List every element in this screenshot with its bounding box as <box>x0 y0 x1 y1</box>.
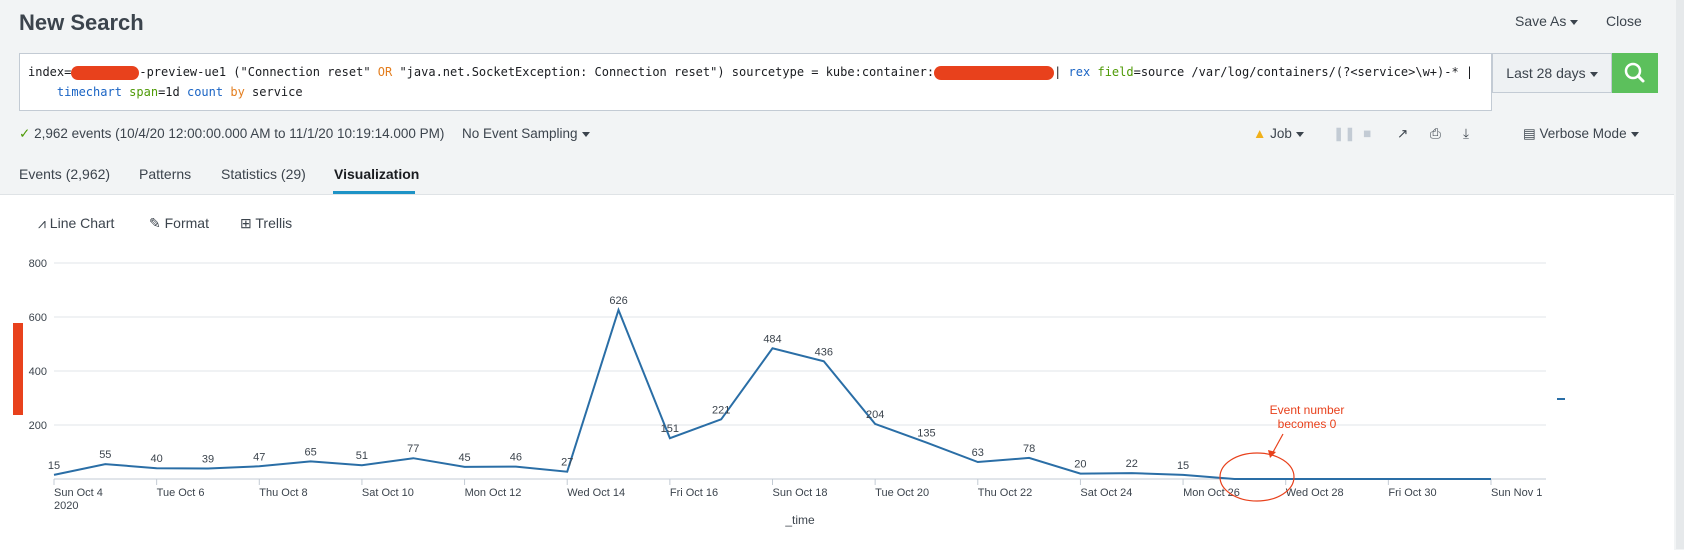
data-label: 78 <box>1023 443 1035 455</box>
time-range-picker[interactable]: Last 28 days <box>1492 53 1612 93</box>
job-menu[interactable]: ▲ Job <box>1253 126 1304 141</box>
pause-icon[interactable]: ❚❚ <box>1333 126 1356 142</box>
y-axis-redaction <box>13 323 23 415</box>
mode-icon: ▤ <box>1523 126 1540 141</box>
x-tick-label: Fri Oct 16 <box>670 487 718 499</box>
x-tick-label: Sat Oct 10 <box>362 487 414 499</box>
annotation-line-2: becomes 0 <box>1278 417 1337 431</box>
x-tick-year: 2020 <box>54 500 78 512</box>
data-label: 135 <box>917 428 935 440</box>
x-tick-label: Sat Oct 24 <box>1080 487 1132 499</box>
y-tick-label: 600 <box>29 312 47 324</box>
annotation-circle <box>1219 452 1295 502</box>
search-query-text: index= -preview-ue1 ("Connection reset" O… <box>28 65 1474 99</box>
annotation-line-1: Event number <box>1270 403 1345 417</box>
save-as-menu[interactable]: Save As <box>1515 13 1579 29</box>
data-label: 22 <box>1126 458 1138 470</box>
close-button[interactable]: Close <box>1606 13 1642 29</box>
data-label: 20 <box>1074 459 1086 471</box>
tab-events[interactable]: Events (2,962) <box>19 166 110 182</box>
data-label: 27 <box>561 457 573 469</box>
data-label: 436 <box>815 346 833 358</box>
events-summary: ✓ 2,962 events (10/4/20 12:00:00.000 AM … <box>19 126 444 142</box>
x-tick-label: Thu Oct 22 <box>978 487 1032 499</box>
event-sampling-dropdown[interactable]: No Event Sampling <box>462 126 590 141</box>
tab-patterns[interactable]: Patterns <box>139 166 191 182</box>
search-mode-label: Verbose Mode <box>1539 126 1627 141</box>
data-label: 39 <box>202 453 214 465</box>
x-tick-label: Thu Oct 8 <box>259 487 307 499</box>
redaction-mark <box>934 65 1055 80</box>
data-label: 40 <box>151 453 163 465</box>
chevron-down-icon <box>1295 131 1304 137</box>
visualization-panel: ⩘ Line Chart ✎ Format ⊞ Trellis 200 400 60… <box>0 194 1674 550</box>
x-tick-label: Tue Oct 20 <box>875 487 929 499</box>
chevron-down-icon <box>1630 131 1639 137</box>
x-axis-title: _time <box>784 513 815 527</box>
search-mode-dropdown[interactable]: ▤ Verbose Mode <box>1523 126 1639 142</box>
stop-icon[interactable]: ■ <box>1363 126 1371 141</box>
search-button[interactable] <box>1612 53 1658 93</box>
chevron-down-icon <box>1589 71 1598 77</box>
x-tick-label: Wed Oct 14 <box>567 487 625 499</box>
x-tick-label: Mon Oct 26 <box>1183 487 1240 499</box>
data-label: 55 <box>99 449 111 461</box>
line-chart: 200 400 600 800 Sun Oct 4 Tue Oct 6 Thu Oct 8… <box>13 258 1565 527</box>
x-tick-label: Tue Oct 6 <box>157 487 205 499</box>
scrollbar[interactable] <box>1676 0 1684 549</box>
x-tick-label: Sun Oct 4 <box>54 487 103 499</box>
data-label: 47 <box>253 451 265 463</box>
y-tick-label: 800 <box>29 258 47 270</box>
data-label: 626 <box>609 295 627 307</box>
data-label: 51 <box>356 450 368 462</box>
x-tick-label: Sun Nov 1 <box>1491 487 1542 499</box>
x-axis-ticks: Sun Oct 4 Tue Oct 6 Thu Oct 8 Sat Oct 10 Mon… <box>53 479 1542 512</box>
share-icon[interactable]: ↗ <box>1397 126 1408 142</box>
search-query-input[interactable]: index= -preview-ue1 ("Connection reset" O… <box>19 53 1492 111</box>
data-label: 63 <box>972 447 984 459</box>
data-label: 45 <box>458 452 470 464</box>
data-label: 204 <box>866 409 884 421</box>
job-label: Job <box>1270 126 1292 141</box>
redaction-mark <box>71 65 140 80</box>
tab-visualization[interactable]: Visualization <box>334 166 419 182</box>
data-label: 77 <box>407 443 419 455</box>
check-icon: ✓ <box>19 126 35 141</box>
time-range-label: Last 28 days <box>1506 65 1586 81</box>
y-tick-label: 400 <box>29 366 47 378</box>
page-title: New Search <box>19 10 144 35</box>
save-as-label: Save As <box>1515 13 1567 29</box>
grid-lines <box>54 262 1546 480</box>
y-axis-ticks: 200 400 600 800 <box>29 258 47 432</box>
data-label: 484 <box>763 333 781 345</box>
data-labels: 15 55 40 39 47 65 51 77 45 46 27 626 151 221 484 436 204… <box>48 295 1189 472</box>
event-sampling-label: No Event Sampling <box>462 126 578 141</box>
export-icon[interactable]: ⤓ <box>1463 126 1469 142</box>
search-icon <box>1624 62 1645 83</box>
tab-statistics[interactable]: Statistics (29) <box>221 166 306 182</box>
data-label: 221 <box>712 404 730 416</box>
chevron-down-icon <box>581 131 590 137</box>
data-label: 15 <box>1177 460 1189 472</box>
x-tick-label: Wed Oct 28 <box>1286 487 1344 499</box>
x-tick-label: Fri Oct 30 <box>1388 487 1436 499</box>
data-label: 15 <box>48 460 60 472</box>
annotation-arrow <box>1271 433 1284 455</box>
data-label: 46 <box>510 452 522 464</box>
data-label: 65 <box>304 446 316 458</box>
print-icon[interactable]: ⎙ <box>1430 126 1441 142</box>
results-tabs: Events (2,962) Patterns Statistics (29) … <box>0 154 1674 194</box>
data-label: 151 <box>661 423 679 435</box>
chevron-down-icon <box>1570 19 1579 25</box>
events-summary-text: 2,962 events (10/4/20 12:00:00.000 AM to… <box>34 126 445 141</box>
x-tick-label: Mon Oct 12 <box>465 487 522 499</box>
x-tick-label: Sun Oct 18 <box>773 487 828 499</box>
annotation-arrowhead <box>1268 450 1276 458</box>
warning-icon: ▲ <box>1253 126 1271 141</box>
y-tick-label: 200 <box>29 420 47 432</box>
